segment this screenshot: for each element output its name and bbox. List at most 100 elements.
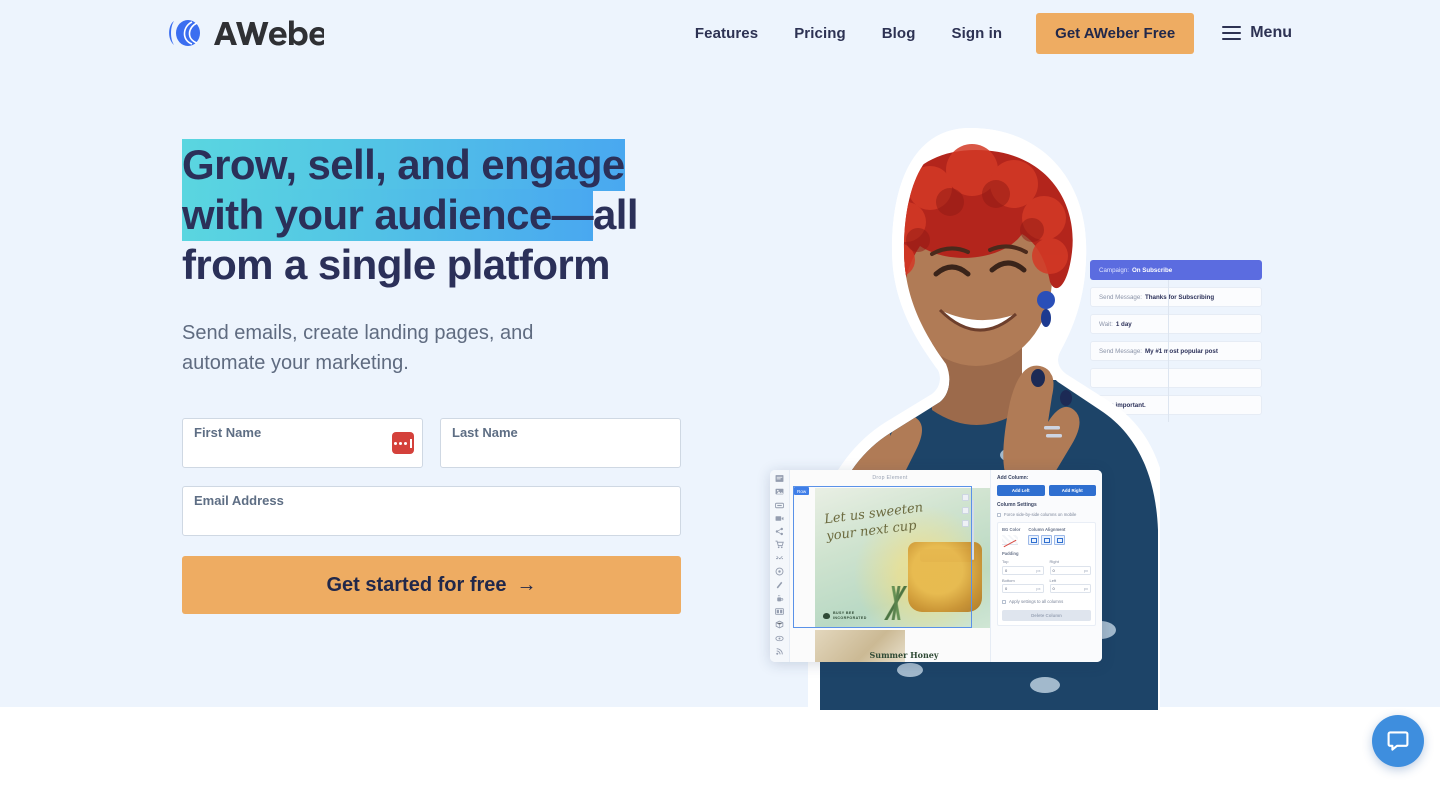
canvas-scrollbar[interactable] (972, 500, 974, 560)
last-name-input[interactable] (451, 441, 670, 465)
padding-top-input[interactable]: 0 px (1002, 565, 1044, 575)
button-element-icon[interactable] (775, 501, 784, 510)
padding-label: Padding (1002, 551, 1019, 556)
chat-bubble-icon (1387, 731, 1409, 751)
headline-highlight: Grow, sell, and engage with your audienc… (182, 139, 625, 241)
automation-connector (1168, 280, 1169, 422)
email-product-title: Summer Honey (869, 650, 939, 660)
column-settings-title: Column Settings (997, 502, 1037, 508)
column-style-card: BG Color Column Alignment Padding Top 0 … (997, 522, 1096, 626)
add-right-button[interactable]: Add Right (1048, 485, 1096, 496)
checkbox-icon (997, 512, 1001, 517)
padding-left-unit: px (1083, 586, 1088, 591)
bg-color-control[interactable]: BG Color (1002, 527, 1020, 545)
get-started-label: Get started for free (326, 573, 507, 596)
padding-grid: Top 0 px Right 0 px Bottom 0 px Left 0 p… (1002, 559, 1091, 593)
bg-color-swatch[interactable] (1002, 535, 1018, 545)
last-name-label: Last Name (452, 425, 518, 440)
main-navigation: Features Pricing Blog Sign in Get AWeber… (677, 0, 1292, 66)
apply-all-columns-checkbox[interactable]: Apply settings to all columns (1002, 599, 1091, 604)
lastpass-icon[interactable] (392, 432, 414, 454)
drop-element-hint: Drop Element (872, 475, 908, 481)
chat-widget-button[interactable] (1372, 715, 1424, 767)
video-element-icon[interactable] (775, 514, 784, 523)
column-alignment-control: Column Alignment (1028, 527, 1065, 545)
signup-form: First Name Last Name Email Address Get s… (182, 418, 682, 614)
email-editor-panel: Drop Element Row Let us sweeten your nex… (770, 470, 1102, 662)
menu-toggle[interactable]: Menu (1222, 24, 1292, 42)
editor-canvas[interactable]: Drop Element Row Let us sweeten your nex… (790, 470, 990, 662)
add-column-title: Add Column: (997, 475, 1029, 481)
site-header: Features Pricing Blog Sign in Get AWeber… (0, 0, 1440, 66)
nav-link-sign-in[interactable]: Sign in (933, 25, 1020, 42)
image-element-icon[interactable] (775, 487, 784, 496)
arrow-right-icon: → (516, 573, 537, 596)
padding-top-unit: px (1036, 567, 1041, 573)
add-left-label: Add Left (1011, 488, 1030, 493)
cart-element-icon[interactable] (775, 540, 784, 549)
text-element-icon[interactable] (775, 474, 784, 483)
force-side-by-side-label: Force side-by-side columns on mobile (1004, 512, 1077, 517)
nav-link-features[interactable]: Features (677, 25, 776, 42)
email-field[interactable]: Email Address (182, 486, 681, 536)
page-root: Features Pricing Blog Sign in Get AWeber… (0, 0, 1440, 789)
align-top-button[interactable] (1028, 535, 1040, 545)
padding-right-value: 0 (1052, 567, 1055, 573)
rss-element-icon[interactable] (775, 647, 784, 656)
apply-all-columns-label: Apply settings to all columns (1009, 599, 1064, 604)
signature-element-icon[interactable] (775, 580, 784, 589)
padding-left-cell: Left 0 px (1049, 577, 1091, 593)
padding-bottom-cell: Bottom 0 px (1002, 577, 1044, 593)
column-alignment-label: Column Alignment (1028, 527, 1066, 532)
column-settings-sidebar: Add Column: Add Left Add Right Column Se… (990, 470, 1102, 662)
bg-color-label: BG Color (1002, 527, 1021, 532)
gallery-element-icon[interactable] (775, 607, 784, 616)
delete-column-button[interactable]: Delete Column (1002, 610, 1091, 621)
padding-bottom-value: 0 (1005, 586, 1008, 591)
hero-illustration: Campaign: On Subscribe Send Message: Thank… (735, 110, 1295, 710)
checkbox-icon (1002, 599, 1006, 604)
menu-label: Menu (1250, 24, 1292, 41)
hero-subheadline: Send emails, create landing pages, and a… (182, 322, 534, 374)
align-bottom-button[interactable] (1054, 535, 1066, 545)
padding-right-cell: Right 0 px (1049, 559, 1091, 575)
first-name-field[interactable]: First Name (182, 418, 423, 468)
padding-top-label: Top (1002, 559, 1009, 564)
divider-element-icon[interactable] (775, 554, 784, 563)
padding-top-value: 0 (1005, 567, 1008, 573)
target-element-icon[interactable] (775, 567, 784, 576)
padding-right-input[interactable]: 0 px (1049, 565, 1091, 575)
coffee-element-icon[interactable] (775, 594, 784, 603)
padding-left-label: Left (1049, 577, 1057, 583)
editor-element-toolbar (770, 470, 790, 662)
padding-right-unit: px (1083, 567, 1088, 573)
padding-bottom-input[interactable]: 0 px (1002, 584, 1044, 593)
force-side-by-side-checkbox[interactable]: Force side-by-side columns on mobile (997, 512, 1096, 517)
padding-left-input[interactable]: 0 px (1049, 584, 1091, 593)
get-aweber-free-button[interactable]: Get AWeber Free (1036, 12, 1195, 54)
last-name-field[interactable]: Last Name (440, 418, 681, 468)
hero-copy: Grow, sell, and engage with your audienc… (182, 139, 702, 378)
nav-link-pricing[interactable]: Pricing (776, 25, 864, 42)
padding-left-value: 0 (1052, 586, 1055, 591)
alignment-buttons (1028, 535, 1066, 545)
email-input[interactable] (193, 509, 670, 533)
aweber-logo[interactable] (166, 17, 324, 49)
padding-top-cell: Top 0 px (1002, 559, 1044, 575)
hamburger-icon (1222, 25, 1242, 41)
align-middle-button[interactable] (1041, 535, 1053, 545)
first-name-input[interactable] (193, 441, 412, 465)
add-column-buttons: Add Left Add Right (997, 485, 1096, 496)
share-element-icon[interactable] (775, 527, 784, 536)
box-element-icon[interactable] (775, 620, 784, 629)
get-started-button[interactable]: Get started for free → (182, 556, 681, 614)
nav-link-blog[interactable]: Blog (864, 25, 934, 42)
padding-section: Padding Top 0 px Right 0 px Bottom 0 px … (1002, 551, 1091, 593)
padding-right-label: Right (1049, 559, 1059, 564)
selection-outline (793, 486, 972, 628)
add-left-button[interactable]: Add Left (997, 485, 1045, 496)
eye-element-icon[interactable] (775, 634, 784, 643)
name-row: First Name Last Name (182, 418, 682, 468)
padding-bottom-label: Bottom (1002, 577, 1015, 583)
page-title: Grow, sell, and engage with your audienc… (182, 139, 702, 290)
